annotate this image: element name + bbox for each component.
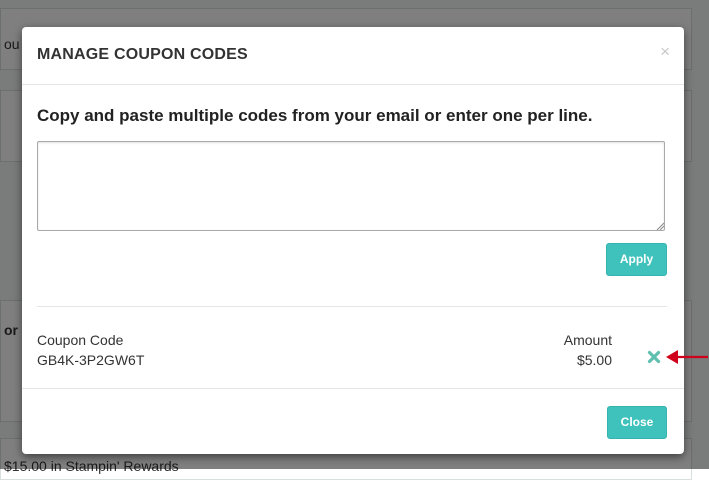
x-icon[interactable] [647,350,661,364]
coupon-code-value: GB4K-3P2GW6T [37,352,145,368]
close-icon[interactable]: × [660,42,670,62]
divider [37,306,667,307]
instruction-text: Copy and paste multiple codes from your … [37,106,593,125]
coupon-codes-textarea[interactable] [37,141,665,231]
resize-grip-icon[interactable] [656,222,664,230]
amount-header: Amount [563,332,612,348]
annotation-arrow-icon [666,350,708,364]
manage-coupon-codes-modal: MANAGE COUPON CODES × Copy and paste mul… [22,27,684,454]
coupon-amount-value: $5.00 [576,352,612,368]
footer-divider [22,388,684,389]
coupon-code-header: Coupon Code [37,332,124,348]
modal-header: MANAGE COUPON CODES × [22,27,684,85]
modal-title: MANAGE COUPON CODES [37,46,248,63]
apply-button[interactable]: Apply [606,243,667,276]
close-button[interactable]: Close [607,406,667,439]
